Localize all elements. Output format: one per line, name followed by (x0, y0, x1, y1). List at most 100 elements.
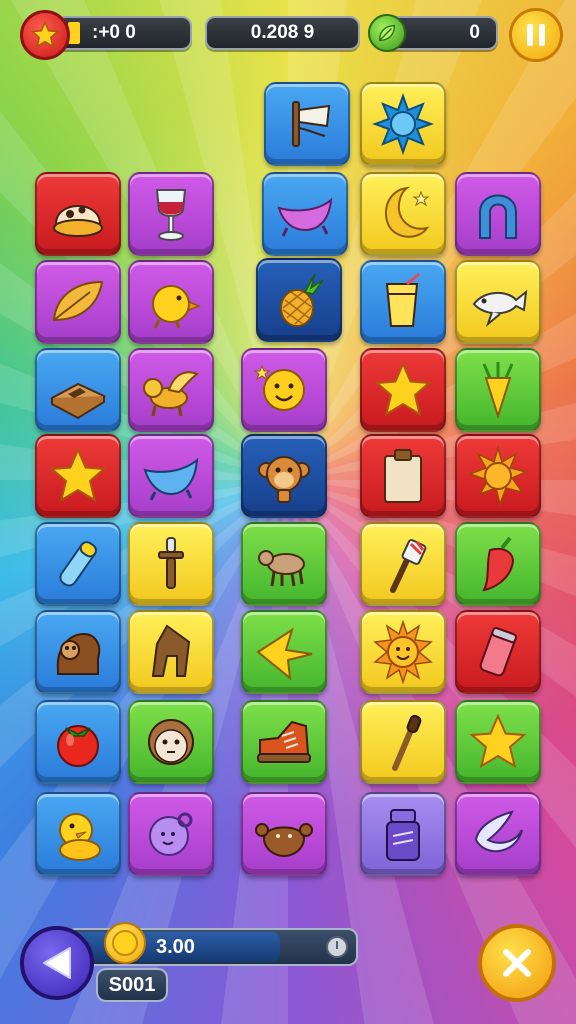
chick-icon (152, 285, 202, 329)
leaf-icon (378, 24, 396, 42)
back-arrow-icon (43, 947, 71, 979)
dagger-icon (158, 537, 184, 589)
tile-soda-can[interactable] (455, 610, 541, 694)
tile-boat-dish[interactable] (262, 172, 348, 256)
tile-jar[interactable] (360, 792, 446, 876)
tile-blue-sun[interactable] (360, 82, 446, 166)
winged-lion-icon (143, 371, 200, 417)
tile-sun[interactable] (455, 434, 541, 518)
leaf-icon (52, 280, 104, 322)
star-icon (30, 20, 60, 48)
soda-can-icon (479, 627, 517, 677)
leaf-badge (368, 14, 406, 52)
tile-goat[interactable] (241, 522, 327, 606)
tile-crab[interactable] (241, 792, 327, 876)
paintbrush-icon (390, 539, 427, 593)
feather-quill-icon (292, 101, 331, 147)
tile-paintbrush[interactable] (360, 522, 446, 606)
tile-winged-lion[interactable] (128, 348, 214, 432)
carrot-icon (482, 362, 514, 420)
score-value: 0.208 9 (250, 22, 315, 43)
cream-dome-icon (53, 205, 103, 237)
tile-feather-quill[interactable] (264, 82, 350, 166)
timer-icon (326, 936, 348, 958)
star-icon (49, 447, 107, 503)
pause-icon (527, 24, 545, 46)
tile-crescent-fish[interactable] (455, 792, 541, 876)
boat-dish-icon (277, 197, 333, 237)
tile-chick[interactable] (128, 260, 214, 344)
tile-crayon[interactable] (35, 522, 121, 606)
crescent-fish-icon (474, 810, 523, 853)
gold-coin-icon (104, 922, 146, 964)
code-box: S001 (96, 968, 168, 1002)
monkey-face-icon (258, 456, 310, 503)
goat-icon (258, 550, 305, 587)
tile-smiley-face[interactable] (241, 348, 327, 432)
monkey-head-icon (148, 719, 194, 765)
duckling-icon (59, 813, 101, 861)
clipboard-icon (384, 449, 422, 503)
pipette-icon (392, 714, 422, 771)
crayon-icon (59, 541, 97, 587)
book-icon (49, 382, 107, 420)
code-value: S001 (108, 973, 156, 996)
tile-star[interactable] (360, 348, 446, 432)
tile-chili-pepper[interactable] (455, 522, 541, 606)
star-icon (469, 713, 527, 769)
pause-button[interactable] (509, 8, 563, 62)
smiley-face-icon (253, 364, 305, 411)
jar-icon (386, 809, 420, 861)
sneaker-icon (257, 720, 311, 763)
tile-sneaker[interactable] (241, 700, 327, 784)
bowl-icon (143, 457, 199, 501)
tile-wine-glass[interactable] (128, 172, 214, 256)
tile-carrot[interactable] (455, 348, 541, 432)
pineapple-icon (280, 273, 324, 327)
tile-yellow-bird[interactable] (241, 610, 327, 694)
tile-horseshoe-magnet[interactable] (455, 172, 541, 256)
tile-juice-cup[interactable] (360, 260, 446, 344)
close-button[interactable] (478, 924, 556, 1002)
yellow-bird-icon (256, 627, 313, 681)
tile-fish[interactable] (455, 260, 541, 344)
tile-star[interactable] (455, 700, 541, 784)
tile-bowl[interactable] (128, 434, 214, 518)
star-badge (20, 10, 70, 60)
tile-star[interactable] (35, 434, 121, 518)
star-counter: :+0 0 (56, 16, 192, 50)
tile-clipboard[interactable] (360, 434, 446, 518)
tomato-icon (57, 725, 99, 767)
leaf-counter-value: 0 (469, 22, 480, 43)
tile-pipette[interactable] (360, 700, 446, 784)
tile-ghost-blob[interactable] (128, 792, 214, 876)
juice-cup-icon (385, 272, 420, 327)
tile-book[interactable] (35, 348, 121, 432)
sun-icon (467, 445, 529, 507)
tile-leaf[interactable] (35, 260, 121, 344)
wooden-stool-icon (151, 624, 191, 677)
tile-tomato[interactable] (35, 700, 121, 784)
tile-smiling-sun[interactable] (360, 610, 446, 694)
smiling-sun-icon (373, 620, 433, 684)
hedgehog-icon (56, 632, 101, 675)
tile-crescent-moon[interactable] (360, 172, 446, 256)
fish-icon (472, 289, 528, 328)
horseshoe-magnet-icon (479, 194, 517, 239)
chili-pepper-icon (482, 536, 514, 592)
crescent-moon-icon (384, 186, 430, 238)
blue-sun-icon (372, 93, 434, 155)
close-icon (503, 949, 531, 977)
tile-monkey-face[interactable] (241, 434, 327, 518)
crab-icon (255, 823, 313, 858)
tile-duckling[interactable] (35, 792, 121, 876)
tile-monkey-head[interactable] (128, 700, 214, 784)
back-button[interactable] (20, 926, 94, 1000)
wine-glass-icon (155, 189, 187, 241)
tile-hedgehog[interactable] (35, 610, 121, 694)
tile-cream-dome[interactable] (35, 172, 121, 256)
tile-wooden-stool[interactable] (128, 610, 214, 694)
tile-dagger[interactable] (128, 522, 214, 606)
tile-pineapple[interactable] (256, 258, 342, 342)
star-counter-value: :+0 0 (92, 22, 136, 43)
